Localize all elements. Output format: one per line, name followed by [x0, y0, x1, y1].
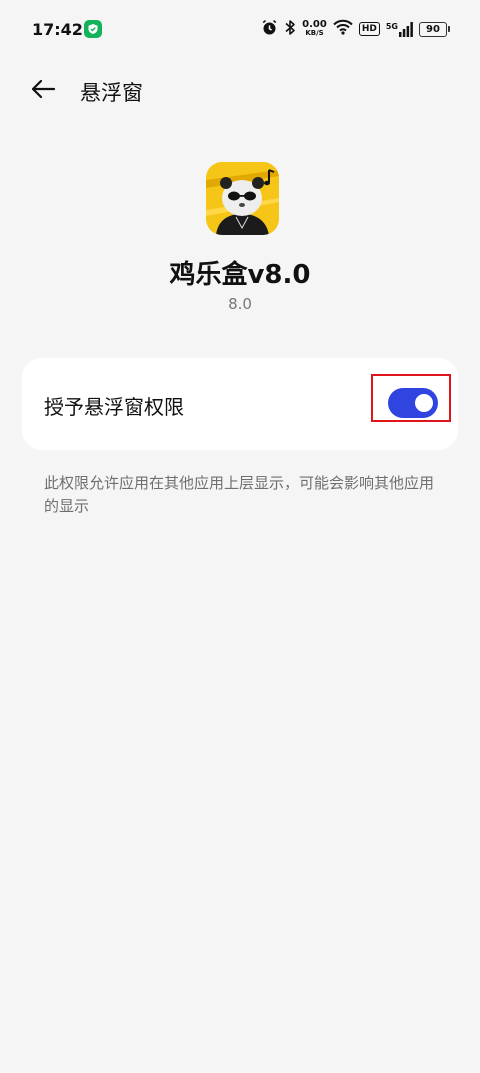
permission-label: 授予悬浮窗权限 — [44, 395, 184, 419]
security-shield-icon — [84, 20, 102, 38]
alarm-icon — [261, 19, 278, 40]
status-bar: 17:42 0.00 KB/S HD 5G 90 — [0, 0, 480, 58]
app-version: 8.0 — [228, 295, 252, 313]
permission-card: 授予悬浮窗权限 — [22, 358, 458, 450]
battery-level: 90 — [419, 21, 447, 37]
bluetooth-icon — [284, 19, 296, 40]
back-button[interactable] — [26, 72, 60, 106]
network-speed-unit: KB/S — [305, 29, 324, 37]
network-speed-value: 0.00 — [302, 19, 327, 30]
cellular-signal: 5G — [385, 21, 413, 37]
overlay-permission-toggle[interactable] — [388, 388, 438, 418]
arrow-left-icon — [31, 79, 56, 99]
hd-voice-badge: HD — [358, 22, 380, 36]
wifi-icon — [333, 19, 353, 39]
page-title: 悬浮窗 — [80, 81, 143, 105]
top-app-bar: 悬浮窗 — [0, 62, 480, 118]
signal-bars-icon — [399, 21, 413, 37]
status-time: 17:42 — [32, 20, 83, 39]
permission-description: 此权限允许应用在其他应用上层显示，可能会影响其他应用的显示 — [44, 474, 435, 515]
app-icon — [206, 162, 279, 235]
app-name: 鸡乐盒v8.0 — [169, 260, 311, 290]
network-speed: 0.00 KB/S — [302, 20, 327, 38]
toggle-knob — [415, 394, 433, 412]
battery-icon: 90 — [419, 21, 450, 37]
network-type-label: 5G — [385, 21, 398, 31]
